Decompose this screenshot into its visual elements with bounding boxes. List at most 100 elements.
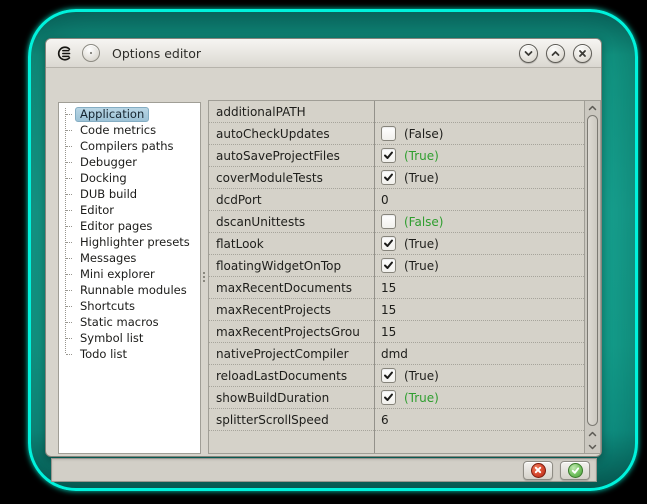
app-logo-icon [55,44,73,62]
property-name: dscanUnittests [209,211,374,232]
property-row-floatingwidgetontop[interactable]: floatingWidgetOnTop(True) [209,255,584,277]
panel-splitter[interactable] [201,102,208,454]
chevron-up-icon [588,430,597,438]
property-row-additionalpath[interactable]: additionalPATH [209,101,584,123]
sidebar-item-editor-pages[interactable]: Editor pages [59,218,200,234]
property-row-dscanunittests[interactable]: dscanUnittests(False) [209,211,584,233]
window-menu-button[interactable] [82,44,100,62]
footer-bar [51,458,597,482]
sidebar-item-static-macros[interactable]: Static macros [59,314,200,330]
property-row-autocheckupdates[interactable]: autoCheckUpdates (False) [209,123,584,145]
property-value-cell[interactable]: 0 [374,189,584,210]
property-value: 15 [381,281,396,295]
property-row-maxrecentprojects[interactable]: maxRecentProjects 15 [209,299,584,321]
sidebar-item-editor[interactable]: Editor [59,202,200,218]
property-grid: additionalPATHautoCheckUpdates(False)aut… [208,100,601,454]
property-value-cell[interactable]: (True) [374,365,584,386]
checked-checkbox[interactable] [381,258,396,273]
sidebar-item-debugger[interactable]: Debugger [59,154,200,170]
property-name: autoCheckUpdates [209,123,374,144]
property-value-cell[interactable]: (True) [374,387,584,408]
checked-checkbox[interactable] [381,236,396,251]
sidebar-item-label: Compilers paths [75,139,179,154]
property-value-cell[interactable]: (False) [374,211,584,232]
property-value-cell[interactable]: (True) [374,167,584,188]
property-value: (True) [404,369,439,383]
cancel-button[interactable] [523,461,553,480]
sidebar-item-label: Editor [75,203,119,218]
scroll-up-button-secondary[interactable] [585,427,600,440]
maximize-button[interactable] [546,44,565,63]
unchecked-checkbox[interactable] [381,214,396,229]
sidebar-item-mini-explorer[interactable]: Mini explorer [59,266,200,282]
property-value-cell[interactable]: (True) [374,145,584,166]
property-row-splitterscrollspeed[interactable]: splitterScrollSpeed6 [209,409,584,431]
sidebar-item-code-metrics[interactable]: Code metrics [59,122,200,138]
property-value-cell[interactable]: (False) [374,123,584,144]
sidebar-item-docking[interactable]: Docking [59,170,200,186]
sidebar-item-highlighter-presets[interactable]: Highlighter presets [59,234,200,250]
grid-scrollbar[interactable] [584,101,600,453]
property-value-cell[interactable]: 15 [374,321,584,342]
check-circle-icon [568,463,583,478]
checked-checkbox[interactable] [381,368,396,383]
property-value: dmd [381,347,408,361]
property-value: (True) [404,391,439,405]
sidebar-item-application[interactable]: Application [59,106,200,122]
checked-checkbox[interactable] [381,390,396,405]
sidebar-item-symbol-list[interactable]: Symbol list [59,330,200,346]
property-value: 6 [381,413,389,427]
scroll-up-button[interactable] [585,101,600,114]
x-circle-icon [531,463,546,478]
sidebar-item-label: Messages [75,251,141,266]
checked-checkbox[interactable] [381,170,396,185]
property-name: dcdPort [209,189,374,210]
property-value-cell[interactable]: dmd [374,343,584,364]
window-title: Options editor [112,46,201,61]
property-name: maxRecentProjects [209,299,374,320]
scrollbar-thumb[interactable] [587,115,598,426]
titlebar[interactable]: Options editor [46,39,601,68]
splitter-grip-icon [203,272,205,274]
property-row-autosaveprojectfiles[interactable]: autoSaveProjectFiles(True) [209,145,584,167]
property-grid-body: additionalPATHautoCheckUpdates(False)aut… [209,101,584,453]
property-row-dcdport[interactable]: dcdPort0 [209,189,584,211]
checked-checkbox[interactable] [381,148,396,163]
property-row-maxrecentprojectsgrou[interactable]: maxRecentProjectsGrou15 [209,321,584,343]
dialog-content: ApplicationCode metricsCompilers pathsDe… [46,68,601,458]
sidebar-item-label: Code metrics [75,123,161,138]
property-value: (True) [404,237,439,251]
chevron-up-icon [588,104,597,112]
property-row-showbuildduration[interactable]: showBuildDuration(True) [209,387,584,409]
property-row-nativeprojectcompiler[interactable]: nativeProjectCompilerdmd [209,343,584,365]
property-row-covermoduletests[interactable]: coverModuleTests(True) [209,167,584,189]
property-row-flatlook[interactable]: flatLook(True) [209,233,584,255]
property-value-cell[interactable]: 15 [374,299,584,320]
property-value-cell[interactable]: (True) [374,233,584,254]
property-value: 15 [381,325,396,339]
scroll-down-button[interactable] [585,440,600,453]
property-value-cell[interactable]: 15 [374,277,584,298]
sidebar-item-todo-list[interactable]: Todo list [59,346,200,362]
minimize-button[interactable] [519,44,538,63]
sidebar-item-messages[interactable]: Messages [59,250,200,266]
property-name: coverModuleTests [209,167,374,188]
sidebar-item-label: Todo list [75,347,132,362]
property-value-cell[interactable] [374,101,584,122]
sidebar-item-runnable-modules[interactable]: Runnable modules [59,282,200,298]
property-value: (True) [404,259,439,273]
sidebar-item-compilers-paths[interactable]: Compilers paths [59,138,200,154]
property-row-maxrecentdocuments[interactable]: maxRecentDocuments15 [209,277,584,299]
property-value-cell[interactable]: (True) [374,255,584,276]
close-button[interactable] [573,44,592,63]
sidebar-item-dub-build[interactable]: DUB build [59,186,200,202]
unchecked-checkbox[interactable] [381,126,396,141]
accept-button[interactable] [560,461,590,480]
sidebar-item-label: Highlighter presets [75,235,195,250]
property-value: (False) [404,127,444,141]
property-value-cell[interactable]: 6 [374,409,584,430]
scrollbar-track[interactable] [585,114,600,427]
sidebar-item-shortcuts[interactable]: Shortcuts [59,298,200,314]
property-row-reloadlastdocuments[interactable]: reloadLastDocuments(True) [209,365,584,387]
property-value: 15 [381,303,396,317]
